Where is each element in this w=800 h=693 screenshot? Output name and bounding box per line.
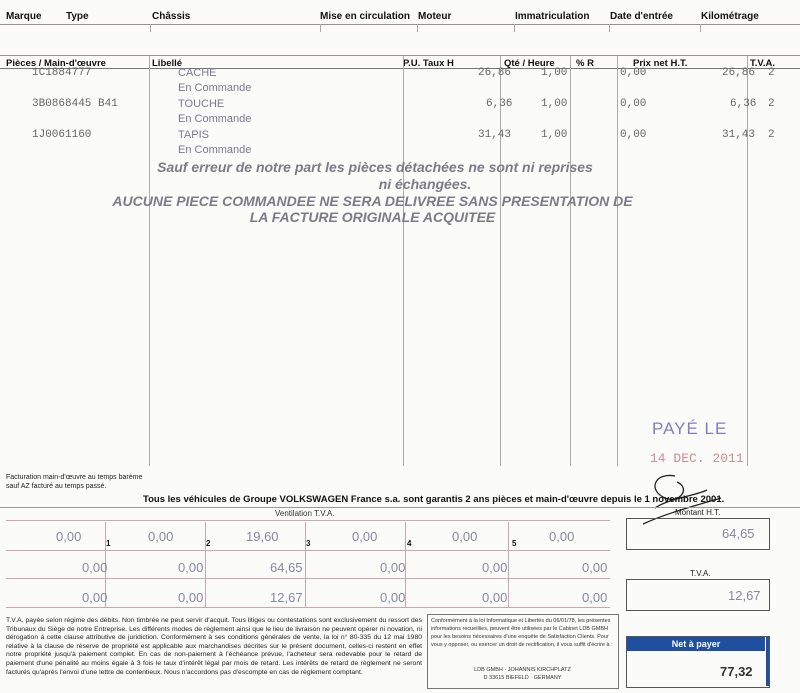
vent-rate: 0,00	[56, 529, 82, 544]
vent-rate: 0,00	[148, 529, 174, 544]
line-prix: 31,43	[722, 129, 756, 141]
vent-base: 0,00	[82, 560, 108, 575]
vent-base: 0,00	[178, 560, 204, 575]
header-type: Type	[66, 11, 89, 22]
line-tva-code: 2	[768, 67, 775, 79]
header-immatriculation: Immatriculation	[515, 11, 590, 22]
line-ref: 1C1884777	[32, 67, 92, 79]
vent-divider	[305, 522, 306, 608]
paid-stamp: PAYÉ LE	[652, 419, 728, 438]
vent-amount: 12,67	[270, 590, 303, 605]
line-tva-code: 2	[768, 98, 775, 110]
privacy-address-line: LDB GMBH · JOHANNIS KIRCHPLATZ	[474, 667, 571, 673]
line-ref: 3B0868445 B41	[32, 98, 118, 110]
vent-amount: 0,00	[380, 590, 406, 605]
vent-code: 3	[306, 539, 311, 548]
line-remise: 0,00	[620, 129, 647, 141]
line-remise: 0,00	[620, 67, 647, 79]
vent-rate: 0,00	[549, 529, 575, 544]
vent-base: 0,00	[380, 560, 406, 575]
legal-text: T.V.A. payée selon régime des débits. No…	[6, 617, 422, 676]
privacy-address-line: D 33615 BIEFELD · GERMANY	[483, 675, 562, 681]
col-divider	[617, 56, 618, 466]
line-libelle: CACHE	[178, 67, 217, 79]
vent-base: 0,00	[482, 560, 508, 575]
net-side-bar	[766, 637, 769, 686]
line-qte: 1,00	[541, 67, 568, 79]
tick	[700, 24, 701, 32]
line-libelle: TOUCHE	[178, 98, 225, 110]
net-value: 77,32	[720, 664, 753, 679]
line-prix: 6,36	[730, 98, 757, 110]
header-marque: Marque	[6, 11, 42, 22]
vent-rate: 0,00	[452, 529, 478, 544]
tick	[609, 24, 610, 32]
net-label: Net à payer	[671, 639, 721, 649]
vent-amount: 0,00	[178, 590, 204, 605]
line-libelle: TAPIS	[178, 129, 209, 141]
notice-line-1: Sauf erreur de notre part les pièces dét…	[157, 159, 593, 175]
vent-divider	[508, 522, 509, 608]
montant-ht-label: Montant H.T.	[675, 508, 721, 517]
vent-code: 2	[206, 539, 211, 548]
vent-code: 4	[407, 539, 412, 548]
vent-rate: 0,00	[352, 529, 378, 544]
vent-rate: 19,60	[246, 529, 279, 544]
vent-amount: 0,00	[82, 590, 108, 605]
line-qte: 1,00	[541, 98, 568, 110]
line-status: En Commande	[178, 144, 252, 156]
header-kilometrage: Kilométrage	[701, 11, 759, 22]
col-divider	[403, 56, 404, 466]
parts-header-bottom-rule	[0, 68, 800, 69]
header-chassis: Châssis	[152, 11, 191, 22]
vent-base: 64,65	[270, 560, 303, 575]
notice-line-2: ni échangées.	[378, 176, 472, 192]
col-divider	[747, 56, 748, 466]
facturation-note: Facturation main-d'œuvre au temps barème…	[6, 474, 143, 490]
col-divider	[149, 56, 150, 466]
header-date-entree: Date d'entrée	[610, 11, 673, 22]
col-divider	[500, 56, 501, 466]
tick	[514, 24, 515, 32]
tva-label: T.V.A.	[690, 569, 711, 578]
privacy-text: Conformément à la loi Informatique et Li…	[431, 618, 613, 648]
line-status: En Commande	[178, 82, 252, 94]
notice-line-4: LA FACTURE ORIGINALE ACQUITEE	[249, 209, 496, 225]
line-pu: 6,36	[486, 98, 513, 110]
tva-value: 12,67	[728, 588, 761, 603]
parts-header-rule	[0, 55, 800, 56]
vent-divider	[205, 522, 206, 608]
tick	[417, 24, 418, 32]
ventilation-title: Ventilation T.V.A.	[275, 509, 335, 518]
header-mise-en-circulation: Mise en circulation	[320, 11, 411, 22]
ventilation-rule	[6, 520, 610, 521]
line-ref: 1J0061160	[32, 129, 92, 141]
vent-amount: 0,00	[482, 590, 508, 605]
line-pu: 31,43	[478, 129, 512, 141]
vent-amount: 0,00	[582, 590, 608, 605]
vent-code: 5	[512, 539, 517, 548]
ventilation-rule	[6, 607, 610, 608]
header-rule	[0, 24, 800, 25]
vent-base: 0,00	[582, 560, 608, 575]
paid-date: 14 DEC. 2011	[650, 451, 744, 466]
montant-ht-value: 64,65	[722, 526, 755, 541]
ventilation-rule	[6, 550, 610, 551]
line-prix: 26,86	[722, 67, 756, 79]
line-pu: 26,86	[478, 67, 512, 79]
tick	[150, 24, 151, 32]
tick	[320, 24, 321, 32]
notice-line-3: AUCUNE PIECE COMMANDEE NE SERA DELIVREE …	[112, 193, 633, 209]
line-status: En Commande	[178, 113, 252, 125]
line-tva-code: 2	[768, 129, 775, 141]
ventilation-rule	[6, 578, 610, 579]
line-qte: 1,00	[541, 129, 568, 141]
guarantee-text: Tous les véhicules de Groupe VOLKSWAGEN …	[143, 494, 725, 505]
header-moteur: Moteur	[418, 11, 452, 22]
vent-code: 1	[106, 539, 111, 548]
line-remise: 0,00	[620, 98, 647, 110]
col-divider	[570, 56, 571, 466]
